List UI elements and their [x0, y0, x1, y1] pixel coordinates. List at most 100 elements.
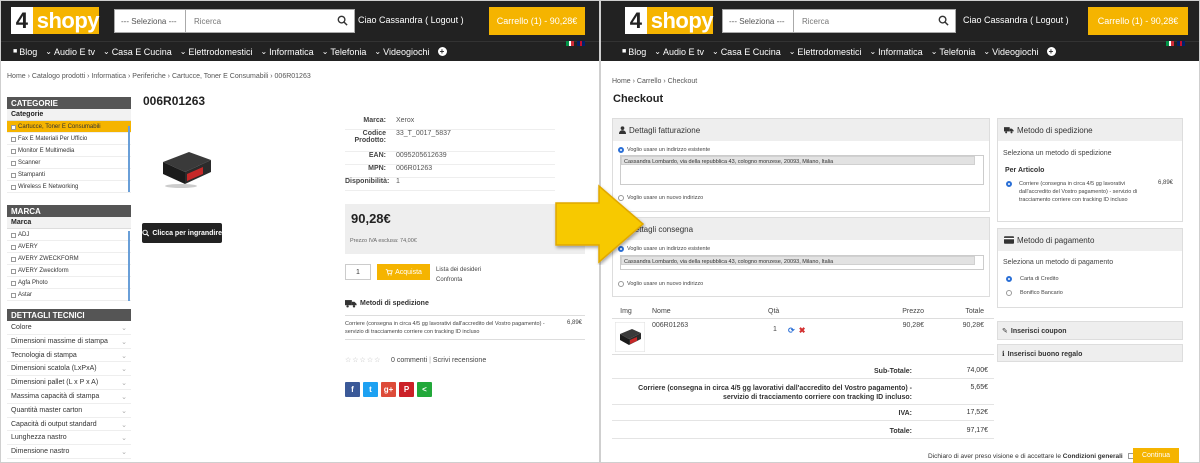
nav-item-casa-e-cucina[interactable]: ⌄ Casa E Cucina: [712, 47, 781, 57]
category-item[interactable]: Scanner: [7, 157, 131, 169]
tech-filter-item[interactable]: Tecnologia di stampa ⌄: [7, 349, 131, 363]
voucher-box[interactable]: ℹ Inserisci buono regalo: [997, 344, 1183, 362]
nav-item-videogiochi[interactable]: ⌄ Videogiochi: [983, 47, 1038, 57]
brand-item[interactable]: AVERY: [7, 241, 131, 253]
shipping-option-label[interactable]: Corriere (consegna in circa 4/5 gg lavor…: [1019, 180, 1151, 204]
nav-item-casa-e-cucina[interactable]: ⌄ Casa E Cucina: [103, 47, 172, 57]
nav-item-elettrodomestici[interactable]: ⌄ Elettrodomestici: [180, 47, 253, 57]
tech-filter-item[interactable]: Colore ⌄: [7, 321, 131, 335]
zoom-button[interactable]: Clicca per ingrandire: [142, 223, 222, 243]
brand-checkbox[interactable]: [11, 268, 16, 274]
search-input[interactable]: Ricerca: [794, 9, 956, 33]
tech-filter-item[interactable]: Capacità di output standard ⌄: [7, 418, 131, 432]
brand-checkbox[interactable]: [11, 256, 16, 262]
category-checkbox[interactable]: [11, 136, 16, 142]
logout-link[interactable]: ( Logout ): [425, 15, 464, 25]
tech-filter-item[interactable]: Lunghezza nastro ⌄: [7, 431, 131, 446]
italian-flag-icon[interactable]: [566, 41, 575, 46]
category-checkbox[interactable]: [11, 172, 16, 178]
payment-card-radio[interactable]: [1006, 276, 1012, 282]
italian-flag-icon[interactable]: [1166, 41, 1175, 46]
category-checkbox[interactable]: [11, 124, 16, 130]
site-logo[interactable]: 4 shopy: [625, 7, 714, 34]
brand-item[interactable]: AVERY Zweckform: [7, 265, 131, 277]
nav-item-audio-e-tv[interactable]: ⌄ Audio E tv: [654, 47, 704, 57]
brand-item[interactable]: ADJ: [7, 229, 131, 241]
category-checkbox[interactable]: [11, 160, 16, 166]
category-scrollbar[interactable]: [128, 126, 130, 192]
refresh-icon[interactable]: ⟳: [788, 326, 795, 335]
compare-link[interactable]: Confronta: [436, 275, 481, 285]
nav-item-blog[interactable]: ■ Blog: [622, 47, 646, 57]
add-to-cart-button[interactable]: Acquista: [377, 264, 430, 280]
nav-item-videogiochi[interactable]: ⌄ Videogiochi: [374, 47, 429, 57]
category-item[interactable]: Cartucce, Toner E Consumabili: [7, 121, 131, 133]
billing-existing-option[interactable]: Voglio usare un indirizzo esistente: [618, 147, 710, 153]
write-review-link[interactable]: Scrivi recensione: [433, 357, 486, 364]
breadcrumb[interactable]: Home › Catalogo prodotti › Informatica ›…: [7, 73, 311, 80]
brand-checkbox[interactable]: [11, 292, 16, 298]
brand-item[interactable]: Agfa Photo: [7, 277, 131, 289]
delivery-details-header[interactable]: Dettagli consegna: [613, 218, 989, 240]
tech-filter-item[interactable]: Dimensione nastro ⌄: [7, 445, 131, 459]
share-icon[interactable]: <: [417, 382, 432, 397]
english-flag-icon[interactable]: [1177, 41, 1186, 46]
remove-icon[interactable]: ✖: [799, 326, 806, 335]
product-thumb[interactable]: [612, 321, 646, 354]
category-item[interactable]: Stampanti: [7, 169, 131, 181]
tech-filter-item[interactable]: Dimensioni massime di stampa ⌄: [7, 335, 131, 349]
delivery-address-option[interactable]: Cassandra Lombardo, via della repubblica…: [621, 256, 975, 265]
category-item[interactable]: Fax E Materiali Per Ufficio: [7, 133, 131, 145]
shipping-option-radio[interactable]: [1006, 181, 1012, 187]
tech-filter-item[interactable]: Dimensioni scatola (LxPxA) ⌄: [7, 362, 131, 377]
google-plus-icon[interactable]: g+: [381, 382, 396, 397]
order-item-qty[interactable]: 1: [766, 326, 784, 333]
brand-checkbox[interactable]: [11, 280, 16, 286]
delivery-new-radio[interactable]: [618, 281, 624, 287]
billing-address-option[interactable]: Cassandra Lombardo, via della repubblica…: [621, 156, 975, 165]
cart-button[interactable]: Carrello (1) - 90,28€: [1088, 7, 1188, 35]
more-plus-icon[interactable]: +: [437, 47, 447, 56]
english-flag-icon[interactable]: [577, 41, 586, 46]
nav-item-elettrodomestici[interactable]: ⌄ Elettrodomestici: [789, 47, 862, 57]
brand-item[interactable]: AVERY ZWECKFORM: [7, 253, 131, 265]
nav-item-telefonia[interactable]: ⌄ Telefonia: [931, 47, 976, 57]
search-input[interactable]: Ricerca: [186, 9, 355, 33]
quantity-input[interactable]: 1: [345, 264, 371, 280]
category-item[interactable]: Monitor E Multimedia: [7, 145, 131, 157]
billing-details-header[interactable]: Dettagli fatturazione: [613, 119, 989, 141]
breadcrumb[interactable]: Home › Carrello › Checkout: [612, 78, 697, 85]
nav-item-audio-e-tv[interactable]: ⌄ Audio E tv: [45, 47, 95, 57]
site-logo[interactable]: 4 shopy: [11, 7, 100, 34]
nav-item-telefonia[interactable]: ⌄ Telefonia: [322, 47, 367, 57]
order-item-name[interactable]: 006R01263: [646, 322, 766, 354]
tech-filter-item[interactable]: Massima capacità di stampa ⌄: [7, 390, 131, 404]
search-icon[interactable]: [938, 15, 949, 26]
cart-button[interactable]: Carrello (1) - 90,28€: [489, 7, 585, 35]
payment-option-card[interactable]: Carta di Credito: [1006, 276, 1059, 282]
user-name-link[interactable]: Cassandra: [984, 15, 1028, 25]
delivery-new-option[interactable]: Voglio usare un nuovo indirizzo: [618, 281, 703, 287]
more-plus-icon[interactable]: +: [1046, 47, 1056, 56]
terms-link[interactable]: Condizioni generali: [1063, 453, 1123, 460]
pinterest-icon[interactable]: P: [399, 382, 414, 397]
wishlist-link[interactable]: Lista dei desideri: [436, 265, 481, 275]
user-name-link[interactable]: Cassandra: [379, 15, 423, 25]
brand-checkbox[interactable]: [11, 232, 16, 238]
tech-filter-item[interactable]: Dimensioni pallet (L x P x A) ⌄: [7, 376, 131, 390]
category-select[interactable]: --- Seleziona ---: [722, 9, 794, 33]
continue-button[interactable]: Continua: [1133, 448, 1179, 463]
nav-item-blog[interactable]: ■ Blog: [13, 47, 37, 57]
brand-scrollbar[interactable]: [128, 231, 130, 301]
tech-filter-item[interactable]: Quantità master carton ⌄: [7, 404, 131, 418]
reviews-count-link[interactable]: 0 commenti: [391, 357, 427, 364]
logout-link[interactable]: ( Logout ): [1030, 15, 1069, 25]
payment-transfer-radio[interactable]: [1006, 290, 1012, 296]
nav-item-informatica[interactable]: ⌄ Informatica: [869, 47, 922, 57]
brand-checkbox[interactable]: [11, 244, 16, 250]
billing-existing-radio[interactable]: [618, 147, 624, 153]
category-select[interactable]: --- Seleziona ---: [114, 9, 186, 33]
nav-item-informatica[interactable]: ⌄ Informatica: [260, 47, 313, 57]
category-item[interactable]: Wireless E Networking: [7, 181, 131, 193]
payment-option-transfer[interactable]: Bonifico Bancario: [1006, 290, 1063, 296]
